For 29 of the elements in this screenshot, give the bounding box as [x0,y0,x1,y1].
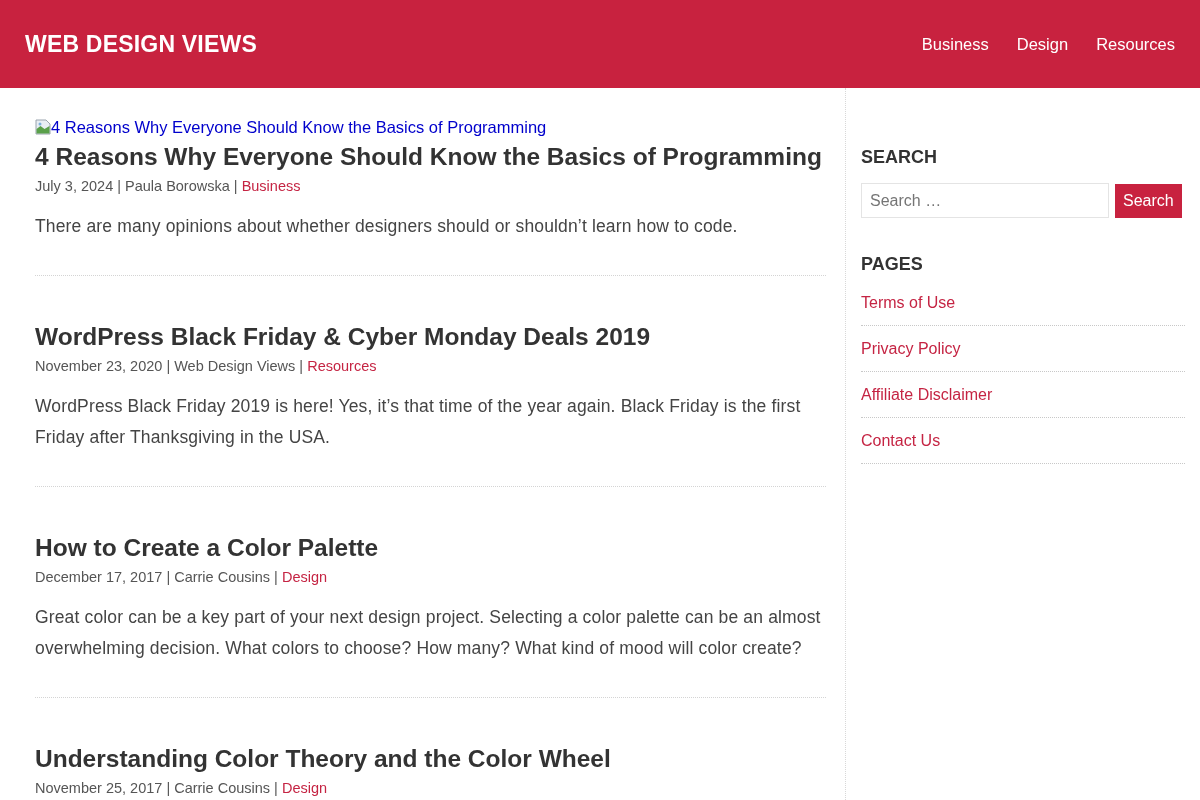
nav-link[interactable]: Design [1016,34,1069,54]
post-excerpt: WordPress Black Friday 2019 is here! Yes, it’s that time of the year again. Black Friday is the first Friday after Thanksgiving in the USA. [35,395,802,449]
category-link[interactable]: Design [281,569,328,585]
category-link[interactable]: Design [281,780,328,796]
post-title[interactable]: Understanding Color Theory and the Color Wheel [35,743,826,774]
post-meta: November 23, 2020 | Web Design Views | Resources [35,357,378,376]
post-title[interactable]: How to Create a Color Palette [35,532,826,563]
post-title[interactable]: 4 Reasons Why Everyone Should Know the Basics of Programming [35,141,826,172]
site-title[interactable]: WEB DESIGN VIEWS [25,30,257,58]
page-link[interactable]: Terms of Use [861,294,956,311]
post-title[interactable]: WordPress Black Friday & Cyber Monday Deals 2019 [35,321,826,352]
search-button[interactable]: Search [1115,183,1182,218]
widget-title: SEARCH [861,146,938,169]
page-link[interactable]: Contact Us [861,432,941,449]
category-link[interactable]: Business [241,178,301,194]
post-meta: December 17, 2017 | Carrie Cousins | Design [35,568,329,587]
broken-image-icon [35,119,51,135]
nav-link[interactable]: Resources [1096,34,1175,54]
post-meta: November 25, 2017 | Carrie Cousins | Design [35,779,329,798]
category-link[interactable]: Resources [307,358,377,374]
page-link[interactable]: Privacy Policy [861,340,961,357]
page-link[interactable]: Affiliate Disclaimer [861,386,993,403]
post-excerpt: There are many opinions about whether designers should or shouldn’t learn how to code. [35,215,739,238]
nav-link[interactable]: Business [921,34,989,54]
post-excerpt: Great color can be a key part of your next design project. Selecting a color palette can be an almost overwhelming decision. What colors to choose? How many? What kind of mood will color create? [35,606,822,660]
post-meta: July 3, 2024 | Paula Borowska | Business [35,177,302,196]
search-field[interactable]: Search … [861,183,1109,218]
widget-title: PAGES [861,253,924,276]
image-link[interactable]: 4 Reasons Why Everyone Should Know the Basics of Programming [35,117,547,137]
